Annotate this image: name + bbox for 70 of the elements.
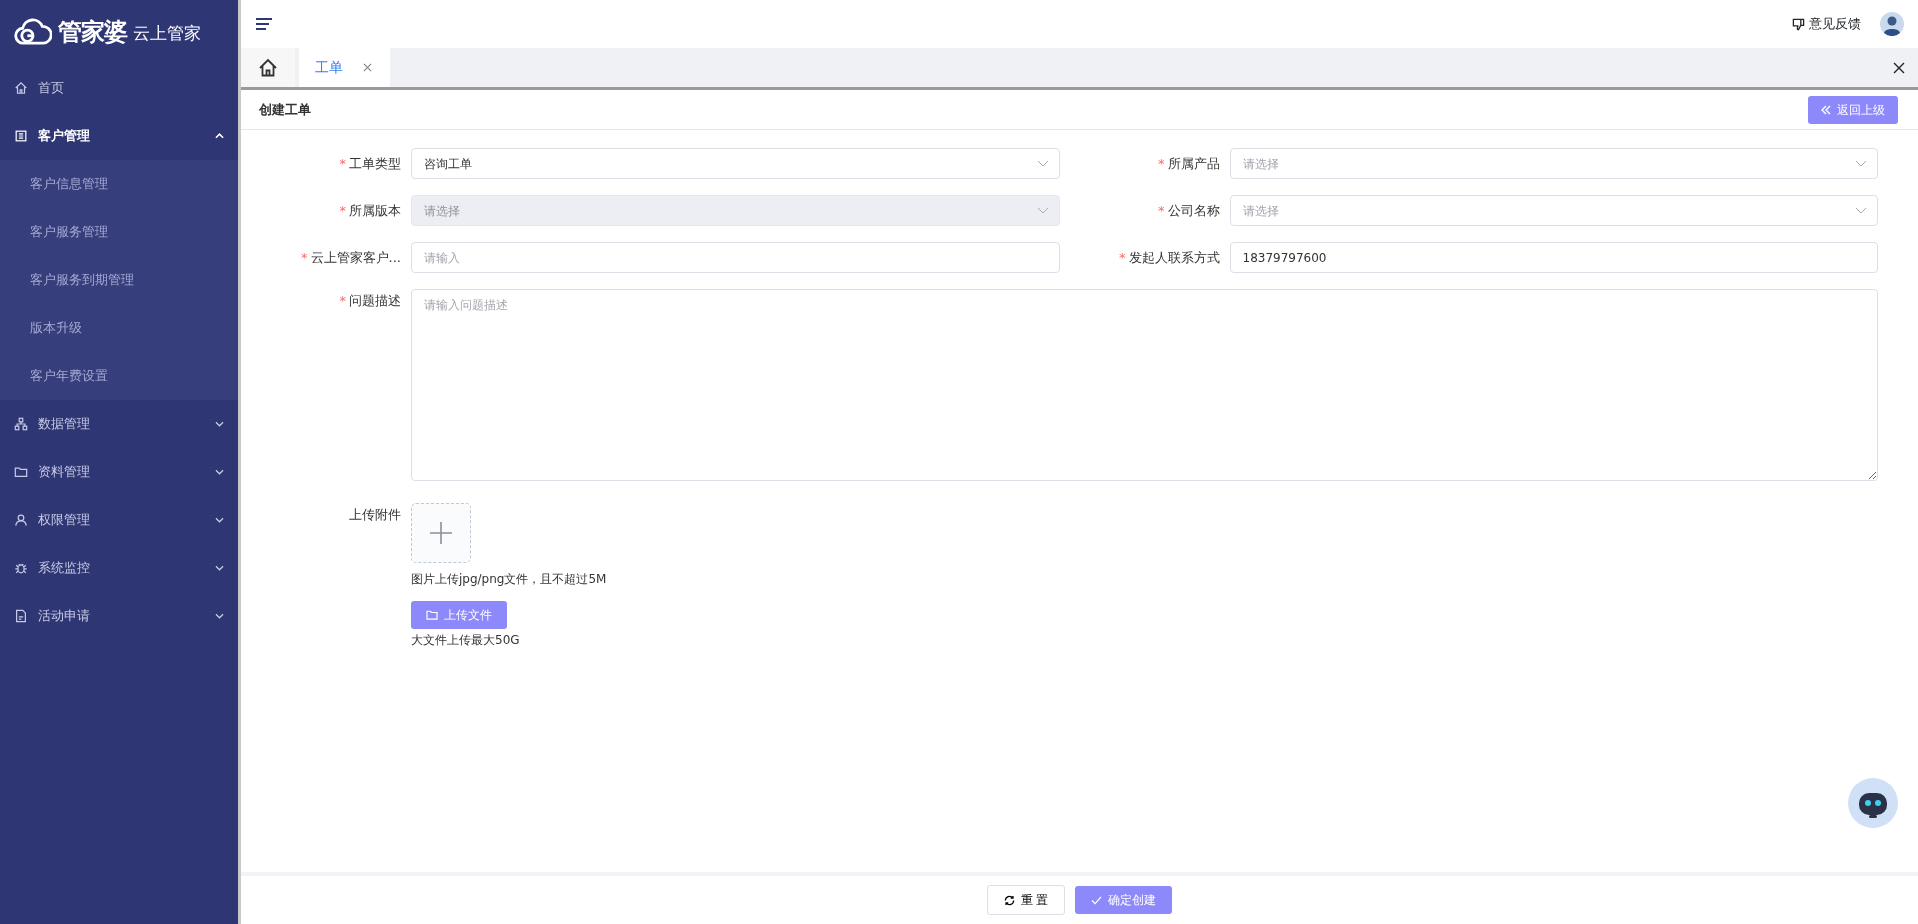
field-label: 云上管家客户... <box>310 249 401 265</box>
required-mark: * <box>1158 155 1165 171</box>
chevron-down-icon <box>215 565 224 571</box>
chevron-down-icon <box>215 613 224 619</box>
refresh-icon <box>1003 894 1015 906</box>
required-mark: * <box>1119 249 1126 265</box>
sidebar-subitem[interactable]: 客户年费设置 <box>0 352 238 400</box>
brand-name: 管家婆 <box>58 17 127 48</box>
home-icon <box>258 57 278 78</box>
cloud-logo-icon <box>14 18 52 46</box>
close-icon[interactable] <box>1893 61 1905 74</box>
field-label: 工单类型 <box>349 155 401 171</box>
chevron-down-icon <box>215 421 224 427</box>
brand-subtitle: 云上管家 <box>133 22 201 46</box>
menu-icon[interactable] <box>255 18 273 30</box>
chevron-down-icon <box>1036 207 1049 214</box>
upload-hint: 大文件上传最大50G <box>411 631 520 649</box>
field-label: 发起人联系方式 <box>1128 249 1220 265</box>
reset-button[interactable]: 重 置 <box>986 885 1066 915</box>
home-icon <box>14 81 28 95</box>
select-field[interactable]: 咨询工单 <box>411 148 1060 179</box>
sidebar-item[interactable]: 资料管理 <box>0 448 238 496</box>
required-mark: * <box>339 293 346 308</box>
sidebar-item[interactable]: 权限管理 <box>0 496 238 544</box>
sitemap-icon <box>14 417 28 431</box>
home-tab[interactable] <box>241 48 295 87</box>
document-icon <box>14 129 28 143</box>
sidebar-subitem[interactable]: 客户信息管理 <box>0 160 238 208</box>
sidebar-item[interactable]: 数据管理 <box>0 400 238 448</box>
plus-icon <box>429 521 453 545</box>
field-label: 问题描述 <box>349 293 401 308</box>
chevron-down-icon <box>215 469 224 475</box>
page-title: 创建工单 <box>259 100 311 119</box>
sidebar-subitem[interactable]: 客户服务管理 <box>0 208 238 256</box>
upload-hint: 图片上传jpg/png文件，且不超过5M <box>411 570 607 588</box>
sidebar-item[interactable]: 首页 <box>0 64 238 112</box>
feedback-link[interactable]: 意见反馈 <box>1792 14 1861 34</box>
field-label: 上传附件 <box>348 506 401 524</box>
sidebar-subitem[interactable]: 版本升级 <box>0 304 238 352</box>
sidebar-item[interactable]: 活动申请 <box>0 592 238 640</box>
sidebar-subitem[interactable]: 客户服务到期管理 <box>0 256 238 304</box>
input-field[interactable]: 请输入 <box>411 242 1060 273</box>
folder-icon <box>426 609 438 620</box>
input-field[interactable]: 18379797600 <box>1229 242 1878 273</box>
folder-icon <box>14 465 28 479</box>
required-mark: * <box>339 202 346 218</box>
chevron-down-icon <box>1855 160 1867 167</box>
textarea-field[interactable]: 请输入问题描述 <box>411 289 1878 481</box>
file-icon <box>14 609 28 623</box>
required-mark: * <box>301 249 308 265</box>
user-icon <box>14 513 28 527</box>
thumbs-down-icon <box>1792 17 1806 31</box>
required-mark: * <box>339 155 346 171</box>
tab[interactable]: 工单 <box>299 48 390 87</box>
avatar-icon[interactable] <box>1880 12 1904 36</box>
sidebar-item[interactable]: 客户管理 <box>0 112 238 160</box>
chevron-down-icon <box>215 517 224 523</box>
chatbot-icon[interactable] <box>1848 778 1898 828</box>
chevron-up-icon <box>215 133 224 139</box>
chevron-down-icon <box>1036 160 1049 167</box>
double-chevron-left-icon <box>1821 104 1831 115</box>
check-icon <box>1091 895 1103 905</box>
field-label: 所属版本 <box>349 202 401 218</box>
select-field: 请选择 <box>411 195 1060 226</box>
sidebar-item[interactable]: 系统监控 <box>0 544 238 592</box>
chevron-down-icon <box>1855 207 1867 214</box>
bug-icon <box>14 561 28 575</box>
field-label: 公司名称 <box>1167 202 1220 218</box>
field-label: 所属产品 <box>1167 155 1220 171</box>
required-mark: * <box>1158 202 1165 218</box>
